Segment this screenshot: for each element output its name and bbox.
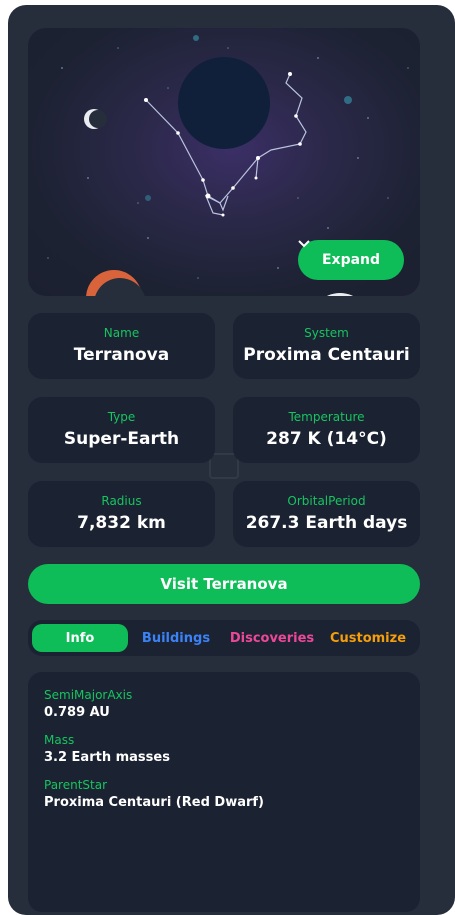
tab-buildings[interactable]: Buildings: [128, 624, 224, 652]
tab-customize[interactable]: Customize: [320, 624, 416, 652]
info-value: Proxima Centauri (Red Dwarf): [44, 795, 264, 810]
info-panel: SemiMajorAxis 0.789 AU Mass 3.2 Earth ma…: [28, 672, 420, 912]
info-value: 3.2 Earth masses: [44, 750, 170, 765]
stat-value: Super-Earth: [63, 429, 180, 449]
expand-button[interactable]: Expand: [298, 240, 404, 280]
chevron-down-icon: [298, 240, 310, 248]
stat-card-temperature: Temperature 287 K (14°C): [233, 397, 420, 463]
stat-value: 7,832 km: [77, 513, 166, 533]
stat-card-name: Name Terranova: [28, 313, 215, 379]
stat-label: System: [304, 326, 349, 340]
stat-label: Name: [103, 326, 140, 340]
planet-hero-image: Expand: [28, 28, 420, 296]
stat-value: Proxima Centauri: [243, 345, 410, 365]
info-key: SemiMajorAxis: [44, 688, 133, 702]
info-value: 0.789 AU: [44, 705, 110, 720]
tab-discoveries[interactable]: Discoveries: [224, 624, 320, 652]
info-key: ParentStar: [44, 778, 108, 792]
stat-card-system: System Proxima Centauri: [233, 313, 420, 379]
stat-card-orbital-period: OrbitalPeriod 267.3 Earth days: [233, 481, 420, 547]
stat-label: Type: [107, 410, 136, 424]
stat-value: 267.3 Earth days: [245, 513, 408, 533]
tab-bar: Info Buildings Discoveries Customize: [28, 620, 420, 656]
stat-label: OrbitalPeriod: [287, 494, 366, 508]
tab-info[interactable]: Info: [32, 624, 128, 652]
visit-planet-button[interactable]: Visit Terranova: [28, 564, 420, 604]
expand-label: Expand: [321, 252, 381, 268]
stat-card-radius: Radius 7,832 km: [28, 481, 215, 547]
info-key: Mass: [44, 733, 75, 747]
stat-label: Temperature: [288, 410, 365, 424]
stat-card-type: Type Super-Earth: [28, 397, 215, 463]
stat-value: 287 K (14°C): [266, 429, 387, 449]
stat-value: Terranova: [73, 345, 170, 365]
stat-label: Radius: [101, 494, 142, 508]
